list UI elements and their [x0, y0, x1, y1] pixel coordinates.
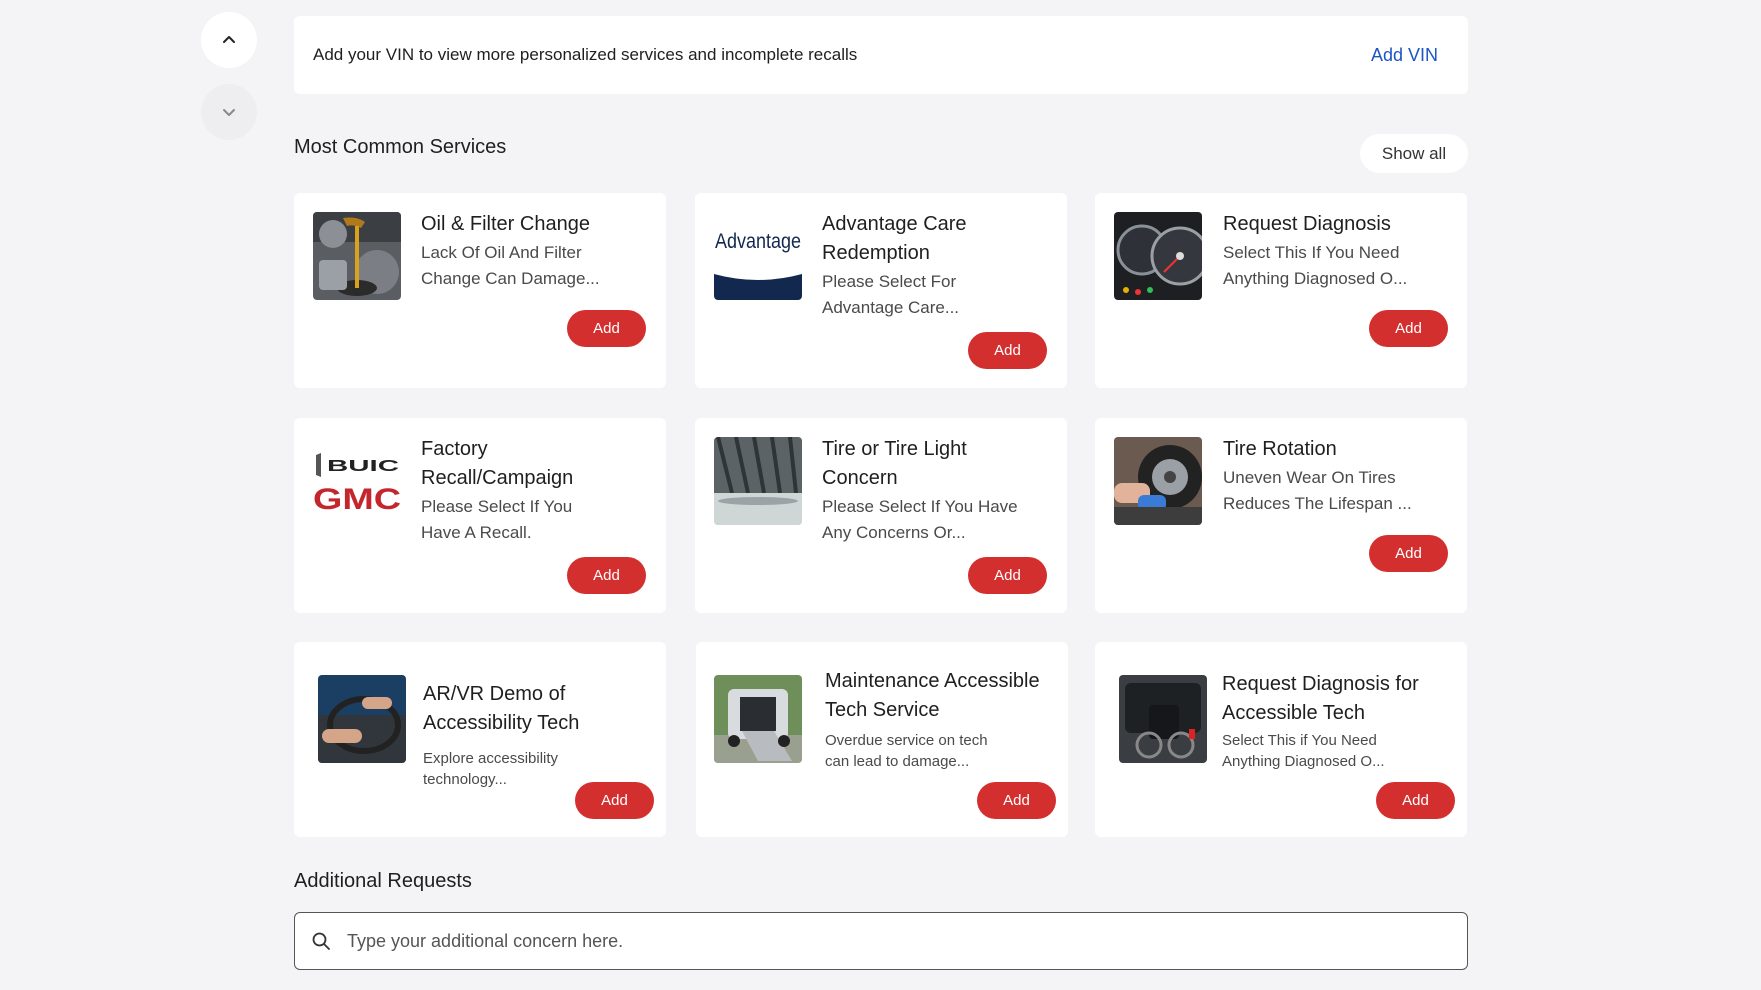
- advantage-logo-thumbnail: Advantage: [714, 212, 802, 300]
- wheelchair-vehicle-thumbnail: [1119, 675, 1207, 763]
- add-service-button[interactable]: Add: [968, 332, 1047, 369]
- service-card-maintenance-accessible[interactable]: Maintenance Accessible Tech Service Over…: [696, 642, 1068, 837]
- service-card-description: Lack Of Oil And Filter Change Can Damage…: [421, 243, 600, 288]
- service-card-factory-recall[interactable]: BUIC GMC Factory Recall/Campaign Please …: [294, 418, 666, 613]
- accessible-van-thumbnail: [714, 675, 802, 763]
- add-service-button[interactable]: Add: [1369, 535, 1448, 572]
- accessibility-controls-thumbnail: [318, 675, 406, 763]
- advantage-logo-text: Advantage: [715, 230, 801, 253]
- service-card-oil-filter[interactable]: Oil & Filter Change Lack Of Oil And Filt…: [294, 193, 666, 388]
- service-card-description: Select This if You Need Anything Diagnos…: [1222, 732, 1385, 770]
- tire-rotation-thumbnail: [1114, 437, 1202, 525]
- service-card-title: Factory Recall/Campaign: [421, 438, 574, 489]
- service-card-description: Please Select If You Have Any Concerns O…: [822, 497, 1018, 542]
- add-service-button[interactable]: Add: [1369, 310, 1448, 347]
- service-card-title: Maintenance Accessible Tech Service: [825, 670, 1040, 721]
- scroll-up-button[interactable]: [201, 12, 257, 68]
- service-card-title: Oil & Filter Change: [421, 213, 590, 235]
- additional-requests-title: Additional Requests: [294, 870, 472, 892]
- gmc-logo-text: GMC: [313, 483, 401, 516]
- service-card-description: Select This If You Need Anything Diagnos…: [1223, 243, 1408, 288]
- service-card-description: Please Select If You Have A Recall.: [421, 497, 573, 542]
- additional-concern-input[interactable]: [345, 929, 1449, 953]
- search-icon: [312, 932, 330, 950]
- add-service-button[interactable]: Add: [977, 782, 1056, 819]
- add-vin-link[interactable]: Add VIN: [1371, 45, 1438, 66]
- add-service-button[interactable]: Add: [575, 782, 654, 819]
- vin-banner: Add your VIN to view more personalized s…: [294, 16, 1468, 94]
- dashboard-gauge-thumbnail: [1114, 212, 1202, 300]
- oil-change-thumbnail: [313, 212, 401, 300]
- vin-banner-message: Add your VIN to view more personalized s…: [313, 45, 858, 64]
- additional-concern-field[interactable]: [294, 912, 1468, 970]
- buick-gmc-logo-thumbnail: BUIC GMC: [313, 437, 401, 525]
- service-card-title: AR/VR Demo of Accessibility Tech: [423, 683, 580, 734]
- service-card-description: Please Select For Advantage Care...: [822, 272, 960, 317]
- add-service-button[interactable]: Add: [968, 557, 1047, 594]
- service-card-title: Request Diagnosis for Accessible Tech: [1222, 673, 1419, 724]
- buick-logo-text: BUIC: [327, 458, 400, 475]
- chevron-up-icon: [223, 36, 235, 43]
- chevron-down-icon: [223, 109, 235, 116]
- add-service-button[interactable]: Add: [567, 310, 646, 347]
- service-card-request-diagnosis[interactable]: Request Diagnosis Select This If You Nee…: [1095, 193, 1467, 388]
- tire-tread-thumbnail: [714, 437, 802, 525]
- scroll-down-button[interactable]: [201, 84, 257, 140]
- add-service-button[interactable]: Add: [1376, 782, 1455, 819]
- service-card-diagnosis-accessible[interactable]: Request Diagnosis for Accessible Tech Se…: [1095, 642, 1467, 837]
- services-section-title: Most Common Services: [294, 136, 507, 158]
- service-card-description: Overdue service on tech can lead to dama…: [825, 732, 988, 770]
- service-card-tire-concern[interactable]: Tire or Tire Light Concern Please Select…: [695, 418, 1067, 613]
- service-card-title: Request Diagnosis: [1223, 213, 1391, 235]
- service-card-title: Tire Rotation: [1223, 438, 1337, 460]
- service-card-ar-vr-demo[interactable]: AR/VR Demo of Accessibility Tech Explore…: [294, 642, 666, 837]
- service-card-title: Advantage Care Redemption: [822, 213, 967, 264]
- service-card-advantage-care[interactable]: Advantage Advantage Care Redemption Plea…: [695, 193, 1067, 388]
- add-service-button[interactable]: Add: [567, 557, 646, 594]
- show-all-button[interactable]: Show all: [1360, 134, 1468, 173]
- service-card-title: Tire or Tire Light Concern: [822, 438, 967, 489]
- service-card-description: Uneven Wear On Tires Reduces The Lifespa…: [1223, 468, 1412, 513]
- service-card-tire-rotation[interactable]: Tire Rotation Uneven Wear On Tires Reduc…: [1095, 418, 1467, 613]
